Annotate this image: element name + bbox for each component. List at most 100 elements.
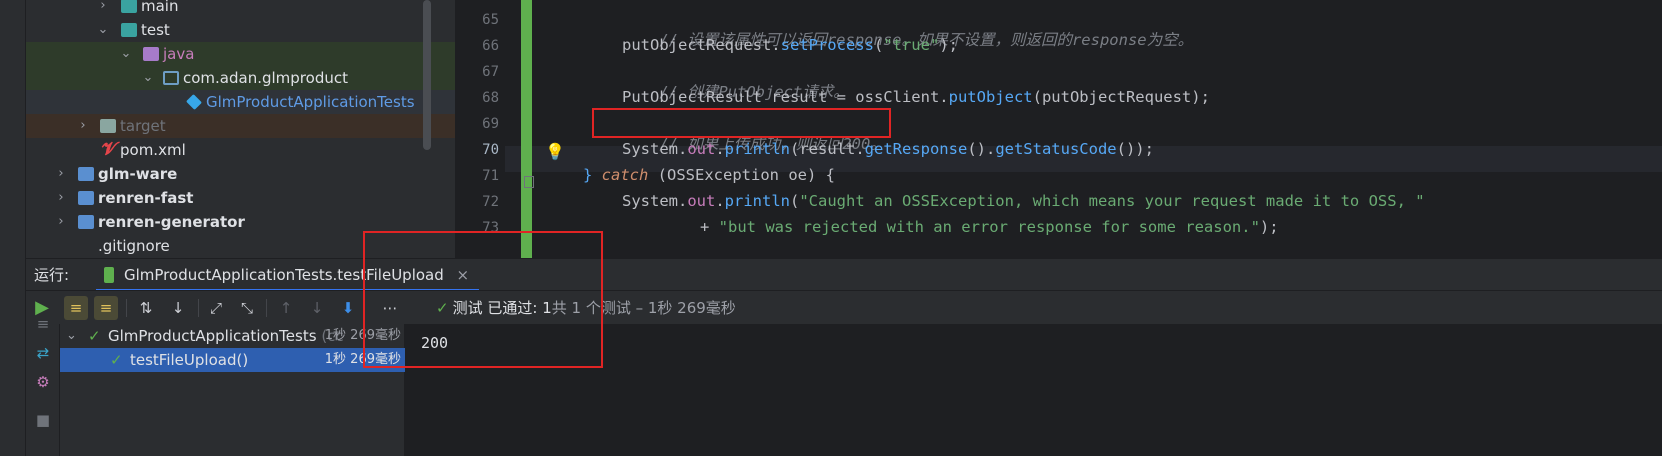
- code-token: putObjectRequest.: [622, 36, 781, 54]
- clear-icon[interactable]: ≡: [26, 315, 60, 333]
- sort-duration-icon[interactable]: ↓: [166, 296, 190, 320]
- stop-icon[interactable]: ■: [26, 411, 60, 429]
- code-token: (putObjectRequest);: [1032, 88, 1210, 106]
- expand-all-icon[interactable]: ⤢: [204, 296, 228, 320]
- code-token: ().: [967, 140, 996, 158]
- code-token: out: [687, 192, 716, 210]
- code-token: (OSSException oe) {: [648, 166, 835, 184]
- code-line-68: PutObjectResult result = ossClient.putOb…: [622, 88, 1210, 106]
- project-scrollbar[interactable]: [423, 0, 431, 150]
- code-token: );: [939, 36, 958, 54]
- test-suite-row[interactable]: ⌄ ✓ GlmProductApplicationTests (cc 1秒 26…: [60, 324, 405, 348]
- code-token: ());: [1116, 140, 1154, 158]
- chevron-right-icon[interactable]: ›: [96, 0, 110, 18]
- test-case-name: testFileUpload(): [130, 351, 249, 369]
- code-token: +: [700, 218, 719, 236]
- show-ignored-icon[interactable]: ≡: [94, 296, 118, 320]
- chevron-down-icon[interactable]: ⌄: [66, 324, 77, 348]
- gear-icon[interactable]: ⚙: [26, 373, 60, 391]
- previous-failed-icon[interactable]: ↑: [274, 296, 298, 320]
- line-gutter: 65 66 67 68 69 70 71 72 73: [455, 0, 505, 258]
- code-string: "but was rejected with an error response…: [718, 218, 1260, 236]
- code-token: }: [583, 166, 602, 184]
- fold-marker-icon[interactable]: [524, 176, 534, 188]
- code-token: (result.: [790, 140, 865, 158]
- line-number: 65: [482, 12, 499, 28]
- code-token: setProcess: [780, 36, 874, 54]
- line-number: 70: [482, 142, 499, 158]
- code-token: out: [687, 140, 716, 158]
- test-results-tree: ⌄ ✓ GlmProductApplicationTests (cc 1秒 26…: [60, 324, 405, 456]
- code-line-70: System.out.println(result.getResponse().…: [622, 140, 1154, 158]
- code-token: putObject: [948, 88, 1033, 106]
- code-token: println: [724, 140, 790, 158]
- line-number: 68: [482, 90, 499, 106]
- line-number: 71: [482, 168, 499, 184]
- tree-item-label: renren-generator: [98, 213, 245, 231]
- test-suite-name: GlmProductApplicationTests: [108, 327, 317, 345]
- module-icon: [78, 215, 94, 229]
- tree-item-label: java: [163, 45, 195, 63]
- test-tube-icon: [104, 267, 114, 283]
- chevron-down-icon[interactable]: ⌄: [141, 66, 155, 90]
- test-case-row[interactable]: ✓ testFileUpload() 1秒 269毫秒: [60, 348, 405, 372]
- tree-item-test-class[interactable]: GlmProductApplicationTests: [26, 90, 455, 114]
- annotation-box-comment: [592, 108, 891, 138]
- code-token: System.: [622, 192, 688, 210]
- toolbar-divider: [198, 299, 199, 317]
- folder-icon: [121, 23, 137, 37]
- code-token: getStatusCode: [995, 140, 1117, 158]
- code-token: .: [715, 192, 725, 210]
- export-icon[interactable]: ⬇: [336, 296, 360, 320]
- tree-item-test[interactable]: ⌄ test: [26, 18, 455, 42]
- package-icon: [163, 71, 179, 85]
- code-line-73: + "but was rejected with an error respon…: [700, 218, 1279, 236]
- tree-item-label: com.adan.glmproduct: [183, 69, 348, 87]
- tree-item-package[interactable]: ⌄ com.adan.glmproduct: [26, 66, 455, 90]
- next-failed-icon[interactable]: ↓: [305, 296, 329, 320]
- chevron-right-icon[interactable]: ›: [54, 186, 68, 210]
- tree-item-pom[interactable]: 𝓥 pom.xml: [26, 138, 455, 162]
- run-side-toolbar: ≡ ⇄ ⚙ ■: [26, 315, 60, 456]
- run-panel-header: 运行: GlmProductApplicationTests.testFileU…: [26, 258, 1662, 291]
- code-token: (: [873, 36, 884, 54]
- test-source-folder-icon: [143, 47, 159, 61]
- swap-icon[interactable]: ⇄: [26, 344, 60, 362]
- code-line-71: } catch (OSSException oe) {: [583, 166, 835, 184]
- code-token: System.: [622, 140, 688, 158]
- code-line-66: putObjectRequest.setProcess("true");: [622, 36, 958, 54]
- tree-item-label: pom.xml: [120, 141, 186, 159]
- module-icon: [78, 167, 94, 181]
- excluded-folder-icon: [100, 119, 116, 133]
- tree-item-label: renren-fast: [98, 189, 194, 207]
- collapse-all-icon[interactable]: ⤡: [235, 296, 259, 320]
- code-token: .: [715, 140, 725, 158]
- chevron-right-icon[interactable]: ›: [76, 114, 90, 138]
- toolbar-divider: [266, 299, 267, 317]
- tree-item-java[interactable]: ⌄ java: [26, 42, 455, 66]
- tree-item-target[interactable]: › target: [26, 114, 455, 138]
- code-token: getResponse: [864, 140, 968, 158]
- code-keyword: catch: [601, 166, 649, 184]
- chevron-right-icon[interactable]: ›: [54, 162, 68, 186]
- chevron-down-icon[interactable]: ⌄: [119, 42, 133, 66]
- line-number: 72: [482, 194, 499, 210]
- lightbulb-icon[interactable]: 💡: [545, 142, 565, 161]
- code-token: println: [724, 192, 790, 210]
- chevron-down-icon[interactable]: ⌄: [96, 18, 110, 42]
- tree-item-glm-ware[interactable]: › glm-ware: [26, 162, 455, 186]
- run-toolbar: ▶ ≡ ≡ ⇅ ↓ ⤢ ⤡ ↑ ↓ ⬇ ⋯ ✓ 测试 已通过: 1共 1 个测试 …: [26, 290, 1662, 324]
- left-tool-strip: [0, 0, 26, 456]
- tree-item-renren-fast[interactable]: › renren-fast: [26, 186, 455, 210]
- chevron-right-icon[interactable]: ›: [54, 210, 68, 234]
- tree-item-main[interactable]: › main: [26, 0, 455, 18]
- code-token: PutObjectResult result = ossClient.: [622, 88, 949, 106]
- check-icon: ✓: [88, 327, 101, 345]
- check-icon: ✓: [110, 351, 123, 369]
- tree-item-label: GlmProductApplicationTests: [206, 93, 415, 111]
- sort-alpha-icon[interactable]: ⇅: [134, 296, 158, 320]
- code-token: (: [790, 192, 800, 210]
- module-icon: [78, 191, 94, 205]
- show-passed-icon[interactable]: ≡: [64, 296, 88, 320]
- tree-item-label: glm-ware: [98, 165, 178, 183]
